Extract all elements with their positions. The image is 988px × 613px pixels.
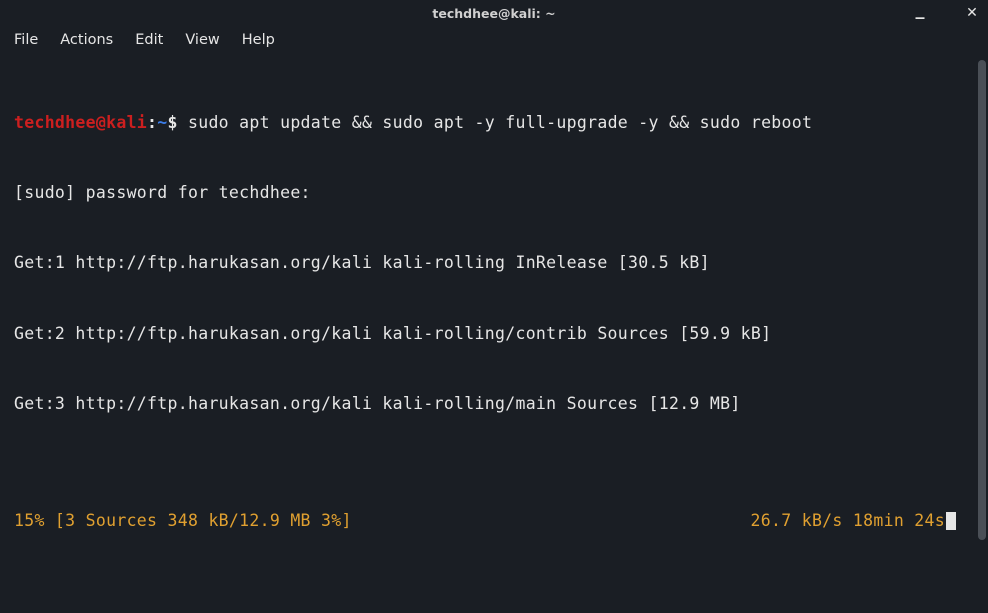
- command-value: sudo apt update && sudo apt -y full-upgr…: [188, 113, 812, 132]
- prompt-colon: :: [147, 113, 157, 132]
- progress-right-text: 26.7 kB/s 18min 24s: [751, 511, 945, 530]
- cursor-icon: [946, 512, 956, 530]
- menu-file[interactable]: File: [14, 32, 38, 48]
- menu-actions[interactable]: Actions: [60, 32, 113, 48]
- output-get1: Get:1 http://ftp.harukasan.org/kali kali…: [14, 251, 956, 274]
- prompt-symbol: $: [168, 113, 178, 132]
- window-title: techdhee@kali: ~: [432, 6, 555, 21]
- prompt-user-host: techdhee@kali: [14, 113, 147, 132]
- window-controls: _ ✕: [912, 0, 980, 26]
- maximize-icon[interactable]: [938, 5, 954, 21]
- progress-line: 15% [3 Sources 348 kB/12.9 MB 3%] 26.7 k…: [14, 462, 956, 579]
- prompt-path: ~: [157, 113, 167, 132]
- scrollbar-vertical[interactable]: [978, 60, 986, 540]
- menu-edit[interactable]: Edit: [135, 32, 163, 48]
- menubar: File Actions Edit View Help: [0, 26, 988, 54]
- close-icon[interactable]: ✕: [964, 5, 980, 21]
- command-text: sudo apt update && sudo apt -y full-upgr…: [178, 113, 813, 132]
- menu-help[interactable]: Help: [242, 32, 275, 48]
- terminal-area[interactable]: techdhee@kali:~$ sudo apt update && sudo…: [0, 54, 970, 613]
- output-get2: Get:2 http://ftp.harukasan.org/kali kali…: [14, 322, 956, 345]
- output-get3: Get:3 http://ftp.harukasan.org/kali kali…: [14, 392, 956, 415]
- progress-right: 26.7 kB/s 18min 24s: [751, 509, 956, 532]
- menu-view[interactable]: View: [185, 32, 219, 48]
- progress-left: 15% [3 Sources 348 kB/12.9 MB 3%]: [14, 509, 352, 532]
- output-sudo-prompt: [sudo] password for techdhee:: [14, 181, 956, 204]
- prompt-line: techdhee@kali:~$ sudo apt update && sudo…: [14, 111, 956, 134]
- minimize-icon[interactable]: _: [912, 2, 928, 18]
- window-titlebar: techdhee@kali: ~ _ ✕: [0, 0, 988, 26]
